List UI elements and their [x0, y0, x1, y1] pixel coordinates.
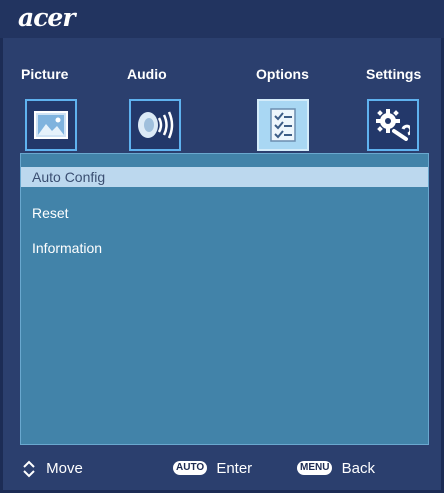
title-bar: acer	[0, 0, 444, 38]
move-label: Move	[46, 460, 83, 478]
menu-item-label: Auto Config	[32, 169, 106, 185]
osd-menu: acer Picture Audio Options Settings Auto…	[0, 0, 444, 493]
menu-item-label: Information	[32, 240, 103, 256]
tab-label-picture: Picture	[21, 66, 69, 82]
menu-item-auto-config[interactable]: Auto Config	[21, 167, 428, 187]
gear-wrench-icon	[376, 109, 410, 141]
menu-item-label: Reset	[32, 205, 69, 221]
footer-back: MENU Back	[297, 458, 375, 480]
back-label: Back	[341, 460, 375, 478]
footer-enter: AUTO Enter	[173, 458, 252, 480]
auto-key: AUTO	[173, 461, 208, 476]
tab-label-settings: Settings	[366, 66, 422, 82]
tab-label-options: Options	[256, 66, 309, 82]
options-panel: Auto Config Reset Information	[20, 153, 429, 445]
checklist-icon	[270, 108, 296, 142]
tab-picture[interactable]	[25, 99, 77, 151]
tab-options[interactable]	[257, 99, 309, 151]
menu-item-reset[interactable]: Reset	[21, 203, 428, 223]
enter-label: Enter	[216, 460, 253, 478]
up-down-arrows-icon	[23, 460, 35, 478]
menu-key: MENU	[297, 461, 333, 476]
footer-move: Move	[22, 458, 83, 480]
tab-label-audio: Audio	[127, 66, 167, 82]
tab-settings[interactable]	[367, 99, 419, 151]
tab-audio[interactable]	[129, 99, 181, 151]
menu-item-information[interactable]: Information	[21, 238, 428, 258]
speaker-icon	[138, 111, 174, 139]
picture-icon	[34, 111, 68, 139]
acer-logo: acer	[18, 3, 75, 32]
